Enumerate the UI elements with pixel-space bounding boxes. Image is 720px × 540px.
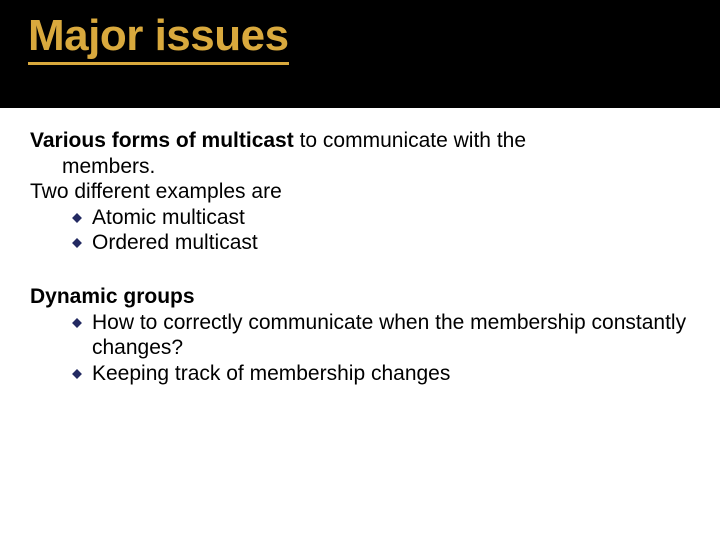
list-item: How to correctly communicate when the me… — [30, 310, 690, 361]
section-multicast: Various forms of multicast to communicat… — [30, 128, 690, 256]
diamond-bullet-icon — [72, 318, 82, 328]
list-item: Ordered multicast — [30, 230, 690, 256]
section-dynamic-groups: Dynamic groups How to correctly communic… — [30, 284, 690, 386]
bullet-text: How to correctly communicate when the me… — [92, 310, 690, 361]
diamond-bullet-icon — [72, 213, 82, 223]
diamond-bullet-icon — [72, 369, 82, 379]
page-title: Major issues — [28, 12, 289, 65]
bullet-text: Keeping track of membership changes — [92, 361, 690, 387]
list-item: Keeping track of membership changes — [30, 361, 690, 387]
bullet-text: Atomic multicast — [92, 205, 690, 231]
section1-lead-bold: Various forms of multicast — [30, 129, 294, 152]
section1-line1: Various forms of multicast to communicat… — [30, 128, 690, 154]
section1-lead-rest: to communicate with the — [294, 129, 526, 152]
section1-line2: members. — [30, 154, 690, 180]
section2-heading: Dynamic groups — [30, 284, 690, 310]
bullet-text: Ordered multicast — [92, 230, 690, 256]
diamond-bullet-icon — [72, 238, 82, 248]
title-bar: Major issues — [0, 0, 720, 108]
list-item: Atomic multicast — [30, 205, 690, 231]
content-area: Various forms of multicast to communicat… — [0, 108, 720, 386]
section1-line3: Two different examples are — [30, 179, 690, 205]
